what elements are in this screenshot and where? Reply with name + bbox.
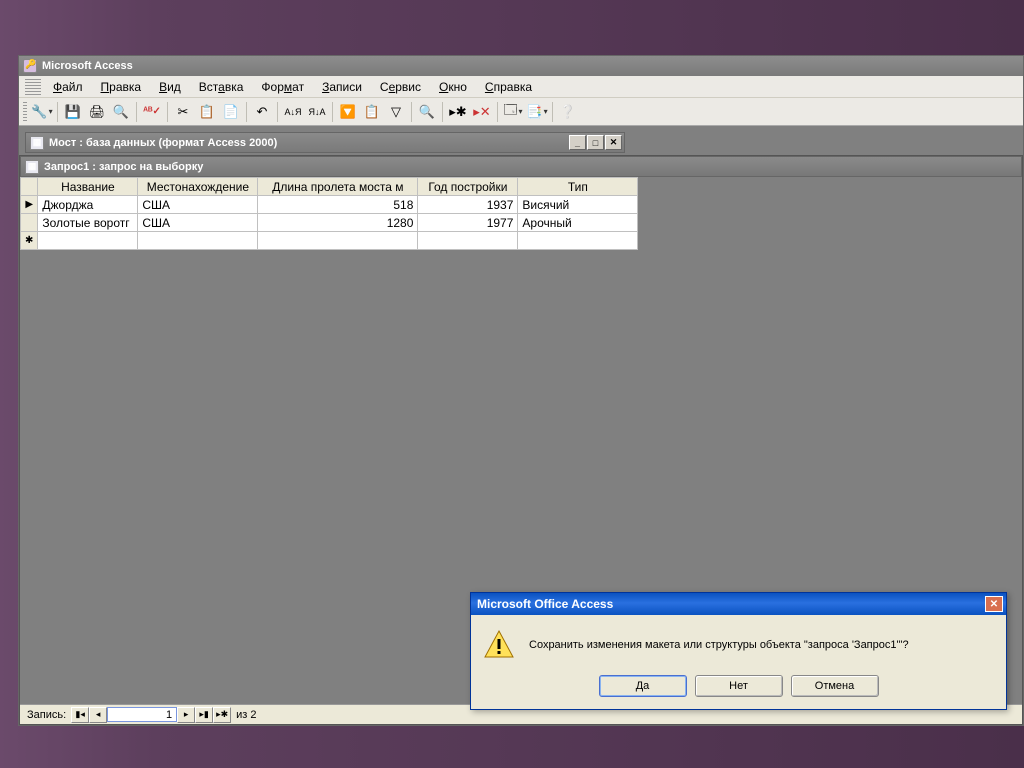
new-record-button[interactable]: ▸✱ — [447, 101, 469, 123]
app-titlebar: Microsoft Access — [19, 56, 1023, 76]
dialog-close-button[interactable]: ✕ — [985, 596, 1003, 612]
nav-next-button[interactable]: ▸ — [177, 707, 195, 723]
spellcheck-button[interactable]: ᴬᴮ✓ — [141, 101, 163, 123]
datasheet-table[interactable]: Название Местонахождение Длина пролета м… — [20, 177, 638, 250]
toolbar: 🔧 💾 🖨 🔍 ᴬᴮ✓ ✂ 📋 📄 ↶ А↓Я Я↓А 🔽 📋 ▽ 🔍 ▸✱ ▸… — [19, 98, 1023, 126]
db-close-button[interactable]: ✕ — [605, 135, 622, 150]
menu-format[interactable]: Формат — [253, 78, 312, 96]
cut-button[interactable]: ✂ — [172, 101, 194, 123]
record-label: Запись: — [22, 709, 71, 721]
apply-filter-button[interactable]: ▽ — [385, 101, 407, 123]
menu-window[interactable]: Окно — [431, 78, 475, 96]
find-button[interactable]: 🔍 — [416, 101, 438, 123]
nav-first-button[interactable]: ▮◂ — [71, 707, 89, 723]
row-selector-new[interactable]: ✱ — [21, 232, 38, 250]
cell[interactable]: Арочный — [518, 214, 638, 232]
warning-icon — [483, 629, 515, 661]
cell[interactable] — [518, 232, 638, 250]
sort-asc-button[interactable]: А↓Я — [282, 101, 304, 123]
record-number-input[interactable] — [107, 707, 177, 722]
menu-edit[interactable]: Правка — [93, 78, 150, 96]
row-selector-current[interactable]: ▶ — [21, 196, 38, 214]
query-window-titlebar[interactable]: ▦ Запрос1 : запрос на выборку — [20, 156, 1022, 177]
cell[interactable]: США — [138, 196, 258, 214]
db-minimize-button[interactable]: _ — [569, 135, 586, 150]
cell[interactable]: 1977 — [418, 214, 518, 232]
cell[interactable] — [258, 232, 418, 250]
save-dialog: Microsoft Office Access ✕ Сохранить изме… — [470, 592, 1007, 710]
access-app-icon — [23, 59, 37, 73]
col-name[interactable]: Название — [38, 178, 138, 196]
record-total: из 2 — [231, 709, 261, 721]
db-maximize-button[interactable]: □ — [587, 135, 604, 150]
query-window-title: Запрос1 : запрос на выборку — [44, 161, 203, 173]
col-year[interactable]: Год постройки — [418, 178, 518, 196]
dialog-title: Microsoft Office Access — [477, 597, 613, 611]
sort-desc-button[interactable]: Я↓А — [306, 101, 328, 123]
dialog-cancel-button[interactable]: Отмена — [791, 675, 879, 697]
cell[interactable] — [138, 232, 258, 250]
menu-insert[interactable]: Вставка — [191, 78, 252, 96]
filter-selection-button[interactable]: 🔽 — [337, 101, 359, 123]
col-span[interactable]: Длина пролета моста м — [258, 178, 418, 196]
nav-last-button[interactable]: ▸▮ — [195, 707, 213, 723]
database-window-button[interactable]: 🗔 — [502, 101, 524, 123]
menubar: ФФайлайл Правка Вид Вставка Формат Запис… — [19, 76, 1023, 98]
cell[interactable]: Висячий — [518, 196, 638, 214]
database-icon: ▦ — [30, 136, 44, 150]
database-window-titlebar[interactable]: ▦ Мост : база данных (формат Access 2000… — [25, 132, 625, 153]
table-row[interactable]: ▶ Джорджа США 518 1937 Висячий — [21, 196, 638, 214]
row-selector[interactable] — [21, 214, 38, 232]
select-all-cell[interactable] — [21, 178, 38, 196]
database-window-title: Мост : база данных (формат Access 2000) — [49, 137, 277, 149]
print-preview-button[interactable]: 🔍 — [110, 101, 132, 123]
cell[interactable] — [38, 232, 138, 250]
menubar-grip[interactable] — [25, 79, 41, 95]
view-button[interactable]: 🔧 — [31, 101, 53, 123]
menu-tools[interactable]: Сервис — [372, 78, 429, 96]
copy-button[interactable]: 📋 — [196, 101, 218, 123]
col-type[interactable]: Тип — [518, 178, 638, 196]
toolbar-grip[interactable] — [23, 102, 27, 122]
cell[interactable]: 1937 — [418, 196, 518, 214]
cell[interactable]: США — [138, 214, 258, 232]
col-location[interactable]: Местонахождение — [138, 178, 258, 196]
menu-view[interactable]: Вид — [151, 78, 189, 96]
menu-help[interactable]: Справка — [477, 78, 540, 96]
print-button[interactable]: 🖨 — [86, 101, 108, 123]
dialog-titlebar[interactable]: Microsoft Office Access ✕ — [471, 593, 1006, 615]
database-window[interactable]: ▦ Мост : база данных (формат Access 2000… — [25, 132, 625, 154]
cell[interactable]: Джорджа — [38, 196, 138, 214]
filter-form-button[interactable]: 📋 — [361, 101, 383, 123]
nav-new-button[interactable]: ▸✱ — [213, 707, 231, 723]
header-row: Название Местонахождение Длина пролета м… — [21, 178, 638, 196]
new-object-button[interactable]: 📑 — [526, 101, 548, 123]
delete-record-button[interactable]: ▸✕ — [471, 101, 493, 123]
dialog-yes-button[interactable]: Да — [599, 675, 687, 697]
nav-prev-button[interactable]: ◂ — [89, 707, 107, 723]
cell[interactable] — [418, 232, 518, 250]
query-icon: ▦ — [25, 160, 39, 174]
help-button[interactable]: ❔ — [557, 101, 579, 123]
new-record-row[interactable]: ✱ — [21, 232, 638, 250]
dialog-message: Сохранить изменения макета или структуры… — [529, 639, 909, 651]
menu-records[interactable]: Записи — [314, 78, 370, 96]
app-title: Microsoft Access — [42, 60, 133, 72]
menu-file[interactable]: ФФайлайл — [45, 78, 91, 96]
undo-button[interactable]: ↶ — [251, 101, 273, 123]
save-button[interactable]: 💾 — [62, 101, 84, 123]
dialog-no-button[interactable]: Нет — [695, 675, 783, 697]
cell[interactable]: 1280 — [258, 214, 418, 232]
cell[interactable]: Золотые воротг — [38, 214, 138, 232]
paste-button[interactable]: 📄 — [220, 101, 242, 123]
table-row[interactable]: Золотые воротг США 1280 1977 Арочный — [21, 214, 638, 232]
cell[interactable]: 518 — [258, 196, 418, 214]
